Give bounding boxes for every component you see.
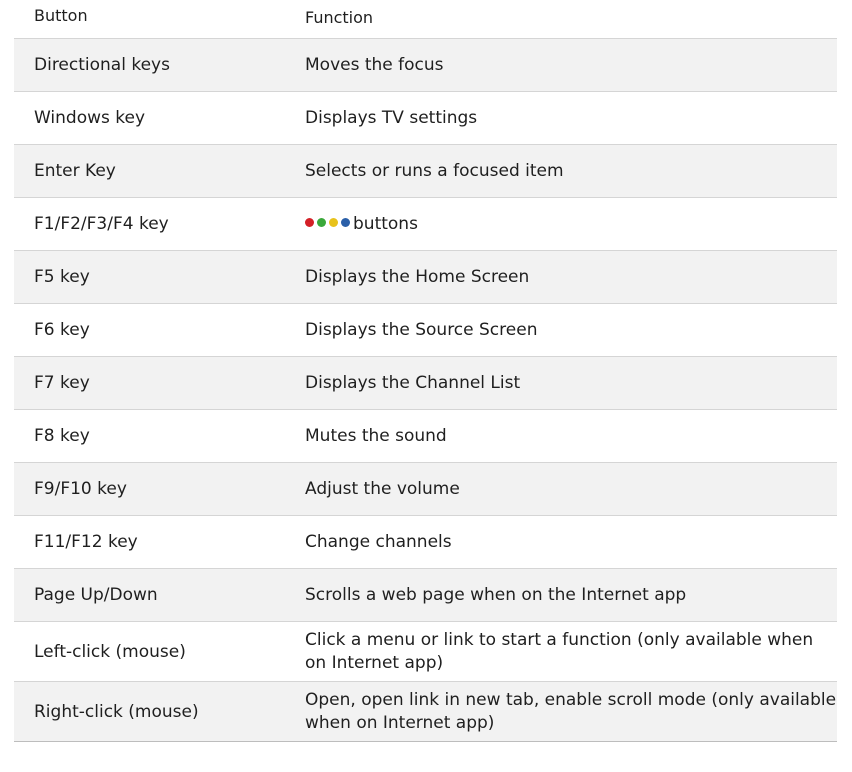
button-cell: F5 key bbox=[34, 267, 90, 287]
function-cell: Mutes the sound bbox=[305, 425, 447, 446]
table-row: F6 key Displays the Source Screen bbox=[14, 304, 837, 357]
table-row: Page Up/Down Scrolls a web page when on … bbox=[14, 569, 837, 622]
button-cell: F6 key bbox=[34, 320, 90, 340]
button-cell: Left-click (mouse) bbox=[34, 641, 186, 662]
color-buttons-icon bbox=[305, 218, 350, 227]
table-row: F9/F10 key Adjust the volume bbox=[14, 463, 837, 516]
button-cell: F11/F12 key bbox=[34, 532, 138, 552]
button-cell: Enter Key bbox=[34, 161, 116, 181]
button-cell: Page Up/Down bbox=[34, 585, 158, 605]
green-dot-icon bbox=[317, 218, 326, 227]
function-cell: Displays TV settings bbox=[305, 107, 478, 128]
table-row: Left-click (mouse) Click a menu or link … bbox=[14, 622, 837, 682]
function-cell: Change channels bbox=[305, 531, 452, 552]
button-cell: F7 key bbox=[34, 373, 90, 393]
table-header: Button Function bbox=[14, 0, 837, 39]
button-cell: F1/F2/F3/F4 key bbox=[34, 214, 169, 234]
table-row: F11/F12 key Change channels bbox=[14, 516, 837, 569]
blue-dot-icon bbox=[341, 218, 350, 227]
button-cell: F8 key bbox=[34, 426, 90, 446]
header-button: Button bbox=[34, 6, 88, 25]
function-cell: Displays the Channel List bbox=[305, 372, 521, 393]
red-dot-icon bbox=[305, 218, 314, 227]
button-cell: Directional keys bbox=[34, 55, 170, 75]
button-cell: Windows key bbox=[34, 108, 146, 128]
function-cell: Adjust the volume bbox=[305, 478, 460, 499]
function-cell: Open, open link in new tab, enable scrol… bbox=[305, 689, 837, 733]
yellow-dot-icon bbox=[329, 218, 338, 227]
function-cell: Displays the Source Screen bbox=[305, 319, 538, 340]
table-row: Right-click (mouse) Open, open link in n… bbox=[14, 682, 837, 742]
table-row: Directional keys Moves the focus bbox=[14, 39, 837, 92]
table-row: Windows key Displays TV settings bbox=[14, 92, 837, 145]
function-cell: Scrolls a web page when on the Internet … bbox=[305, 584, 687, 605]
table-row: F7 key Displays the Channel List bbox=[14, 357, 837, 410]
table-row: F8 key Mutes the sound bbox=[14, 410, 837, 463]
table-row: F1/F2/F3/F4 key buttons bbox=[14, 198, 837, 251]
button-cell: F9/F10 key bbox=[34, 479, 127, 499]
function-cell: Click a menu or link to start a function… bbox=[305, 629, 814, 673]
function-cell: Displays the Home Screen bbox=[305, 266, 530, 287]
key-function-table: Button Function Directional keys Moves t… bbox=[14, 0, 837, 742]
table-row: F5 key Displays the Home Screen bbox=[14, 251, 837, 304]
function-text: buttons bbox=[353, 213, 418, 234]
function-cell: buttons bbox=[305, 213, 837, 236]
header-function: Function bbox=[305, 8, 374, 27]
button-cell: Right-click (mouse) bbox=[34, 701, 199, 722]
function-cell: Moves the focus bbox=[305, 54, 444, 75]
function-cell: Selects or runs a focused item bbox=[305, 160, 564, 181]
table-row: Enter Key Selects or runs a focused item bbox=[14, 145, 837, 198]
